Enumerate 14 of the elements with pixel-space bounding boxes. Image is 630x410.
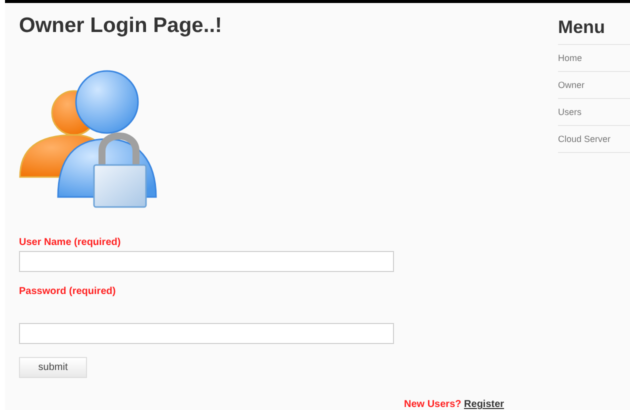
register-link[interactable]: Register [464, 399, 504, 410]
password-field[interactable] [19, 323, 394, 344]
users-lock-icon [18, 69, 160, 211]
page-title: Owner Login Page..! [19, 13, 222, 39]
menu-item[interactable]: Owner [558, 72, 630, 99]
register-prompt: New Users? Register [404, 399, 504, 410]
menu-item[interactable]: Home [558, 45, 630, 72]
menu-item[interactable]: Cloud Server [558, 126, 630, 153]
submit-button[interactable]: submit [19, 357, 87, 378]
menu-item[interactable]: Users [558, 99, 630, 126]
menu-title: Menu [558, 16, 630, 45]
username-field[interactable] [19, 251, 394, 272]
field-label: User Name (required) [19, 237, 121, 249]
field-label: Password (required) [19, 286, 116, 298]
